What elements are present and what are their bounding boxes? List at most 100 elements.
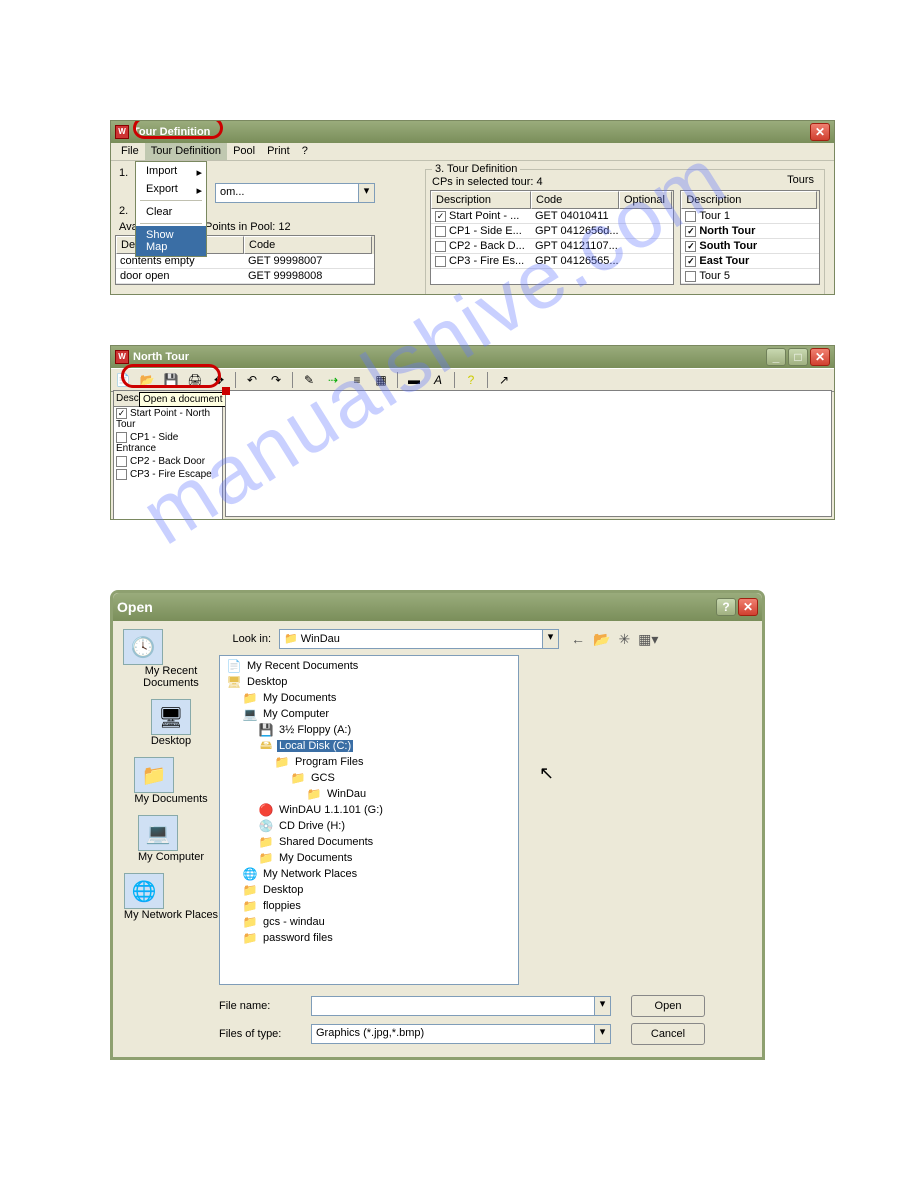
tree-item[interactable]: 📁gcs - windau	[222, 914, 516, 930]
table-row[interactable]: ✓North Tour	[681, 224, 819, 239]
table-row[interactable]: ✓South Tour	[681, 239, 819, 254]
table-row[interactable]: door openGET 99998008	[116, 269, 374, 284]
menu-export[interactable]: Export▸	[136, 180, 206, 198]
open-icon[interactable]: 📂	[139, 372, 155, 388]
col-optional[interactable]: Optional	[619, 191, 672, 209]
open-button[interactable]: Open	[631, 995, 705, 1017]
folder-icon: 📁	[284, 633, 298, 645]
tree-item[interactable]: 📁floppies	[222, 898, 516, 914]
tree-item[interactable]: 📁WinDau	[222, 786, 516, 802]
tree-item[interactable]: 📄My Recent Documents	[222, 658, 516, 674]
pen-icon[interactable]: ✎	[301, 372, 317, 388]
tree-item[interactable]: 🔴WinDAU 1.1.101 (G:)	[222, 802, 516, 818]
table-row[interactable]: CP3 - Fire Es...GPT 04126565...	[431, 254, 673, 269]
chevron-down-icon[interactable]: ▾	[594, 1025, 610, 1043]
col-description[interactable]: Description	[681, 191, 817, 209]
table-row[interactable]: CP2 - Back D...GPT 04121107...	[431, 239, 673, 254]
grid-icon[interactable]: ▦	[373, 372, 389, 388]
chevron-down-icon[interactable]: ▾	[358, 184, 374, 202]
place-desktop[interactable]: 🖥Desktop	[151, 699, 191, 747]
menu-file[interactable]: File	[115, 143, 145, 160]
menu-show-map[interactable]: Show Map	[136, 226, 206, 256]
place-network[interactable]: 🌐My Network Places	[124, 873, 218, 921]
back-icon[interactable]: ←	[571, 631, 585, 648]
filename-label: File name:	[219, 1000, 311, 1012]
tree-item[interactable]: 🖴Local Disk (C:)	[222, 738, 516, 754]
chevron-down-icon[interactable]: ▾	[594, 997, 610, 1015]
titlebar[interactable]: W Tour Definition ✕	[111, 121, 834, 143]
tree-item[interactable]: 💿CD Drive (H:)	[222, 818, 516, 834]
close-icon[interactable]: ✕	[810, 348, 830, 366]
table-row[interactable]: ✓East Tour	[681, 254, 819, 269]
tree-item[interactable]: 📁password files	[222, 930, 516, 946]
maximize-icon[interactable]: □	[788, 348, 808, 366]
resize-handle[interactable]	[222, 387, 230, 395]
cps-table[interactable]: Description Code Optional ✓Start Point -…	[430, 190, 674, 285]
tree-item[interactable]: 📁Desktop	[222, 882, 516, 898]
print-icon[interactable]: 🖨	[187, 372, 203, 388]
menu-tour-definition[interactable]: Tour Definition	[145, 143, 227, 160]
desktop-icon: 🖥	[151, 699, 191, 735]
tree-item[interactable]: 📁My Documents	[222, 690, 516, 706]
fill-icon[interactable]: ▬	[406, 372, 422, 388]
place-mydocs[interactable]: 📁My Documents	[134, 757, 207, 805]
table-row[interactable]: ✓Start Point - ...GET 04010411	[431, 209, 673, 224]
tree-item[interactable]: 🌐My Network Places	[222, 866, 516, 882]
tree-item[interactable]: 📁My Documents	[222, 850, 516, 866]
map-canvas[interactable]	[225, 390, 832, 517]
menu-import[interactable]: Import▸	[136, 162, 206, 180]
close-icon[interactable]: ✕	[810, 123, 830, 141]
menu-help[interactable]: ?	[296, 143, 314, 160]
exit-icon[interactable]: ↗	[496, 372, 512, 388]
move-icon[interactable]: ✥	[211, 372, 227, 388]
views-icon[interactable]: ▦▾	[638, 631, 658, 648]
place-recent[interactable]: 🕓My Recent Documents	[123, 629, 219, 689]
save-icon[interactable]: 💾	[163, 372, 179, 388]
list-item[interactable]: CP3 - Fire Escape	[114, 468, 222, 481]
cancel-button[interactable]: Cancel	[631, 1023, 705, 1045]
col-description[interactable]: Description	[431, 191, 531, 209]
help-icon[interactable]: ?	[716, 598, 736, 616]
table-row[interactable]: Tour 5	[681, 269, 819, 284]
tree-item[interactable]: 🖥Desktop	[222, 674, 516, 690]
tours-table[interactable]: Description Tour 1✓North Tour✓South Tour…	[680, 190, 820, 285]
tree-item[interactable]: 📁GCS	[222, 770, 516, 786]
list-item[interactable]: CP1 - Side Entrance	[114, 431, 222, 455]
redo-icon[interactable]: ↷	[268, 372, 284, 388]
menu-print[interactable]: Print	[261, 143, 296, 160]
titlebar[interactable]: W North Tour _ □ ✕	[111, 346, 834, 368]
place-mycomp[interactable]: 💻My Computer	[138, 815, 204, 863]
connect-icon[interactable]: ⇢	[325, 372, 341, 388]
filetype-combo[interactable]: Graphics (*.jpg,*.bmp) ▾	[311, 1024, 611, 1044]
list-item[interactable]: CP2 - Back Door	[114, 455, 222, 468]
folder-tree[interactable]: 📄My Recent Documents🖥Desktop📁My Document…	[219, 655, 519, 985]
lookin-combo[interactable]: 📁 WinDau ▾	[279, 629, 559, 649]
font-icon[interactable]: A	[430, 372, 446, 388]
table-row[interactable]: CP1 - Side E...GPT 0412656d...	[431, 224, 673, 239]
menu-clear[interactable]: Clear	[136, 203, 206, 221]
filetype-label: Files of type:	[219, 1028, 311, 1040]
menubar[interactable]: File Tour Definition Pool Print ?	[111, 143, 834, 161]
undo-icon[interactable]: ↶	[244, 372, 260, 388]
up-icon[interactable]: 📂	[593, 631, 610, 648]
menu-pool[interactable]: Pool	[227, 143, 261, 160]
tree-item[interactable]: 📁Shared Documents	[222, 834, 516, 850]
app-icon: W	[115, 350, 129, 364]
filename-input[interactable]: ▾	[311, 996, 611, 1016]
col-code[interactable]: Code	[531, 191, 619, 209]
new-folder-icon[interactable]: ✳	[618, 631, 630, 648]
pool-combo[interactable]: om... ▾	[215, 183, 375, 203]
tour-definition-dropdown[interactable]: Import▸ Export▸ Clear Show Map	[135, 161, 207, 257]
minimize-icon[interactable]: _	[766, 348, 786, 366]
list-icon[interactable]: ≡	[349, 372, 365, 388]
titlebar[interactable]: Open ? ✕	[113, 593, 762, 621]
close-icon[interactable]: ✕	[738, 598, 758, 616]
checkpoint-list[interactable]: Desc ✓Start Point - North TourCP1 - Side…	[113, 390, 223, 520]
help-icon[interactable]: ?	[463, 372, 479, 388]
new-icon[interactable]: 📄	[115, 372, 131, 388]
list-item[interactable]: ✓Start Point - North Tour	[114, 407, 222, 431]
table-row[interactable]: Tour 1	[681, 209, 819, 224]
col-code[interactable]: Code	[244, 236, 372, 254]
tree-item[interactable]: 💻My Computer	[222, 706, 516, 722]
chevron-down-icon[interactable]: ▾	[542, 630, 558, 648]
